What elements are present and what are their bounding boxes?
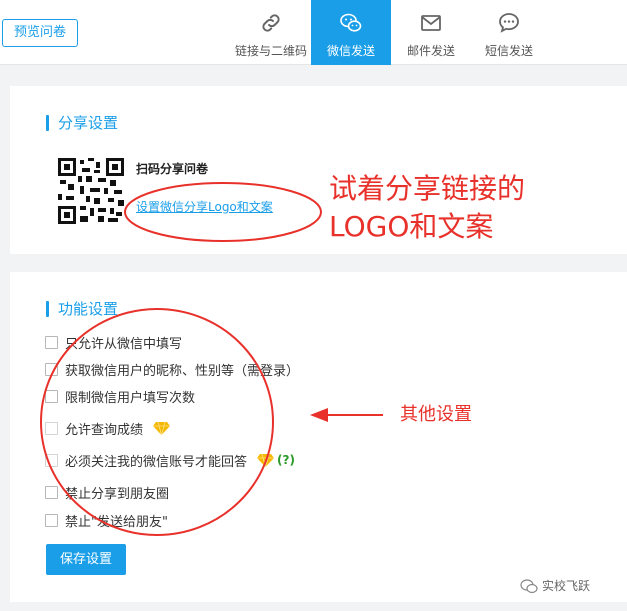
option-forbid-moments-share: 禁止分享到朋友圈 — [45, 482, 169, 502]
wechat-icon — [520, 578, 538, 593]
watermark-text: 实校飞跃 — [542, 579, 591, 593]
tab-label: 短信发送 — [484, 44, 533, 58]
annotation-share-note-line1: 试着分享链接的 — [329, 172, 526, 205]
option-label: 必须关注我的微信账号才能回答 — [65, 454, 248, 470]
function-settings-card: 功能设置 只允许从微信中填写 获取微信用户的昵称、性别等（需登录） 限制微信用户… — [10, 272, 627, 602]
gem-icon — [257, 453, 275, 467]
tab-wechat-send[interactable]: 微信发送 — [311, 0, 391, 65]
option-limit-fill-count: 限制微信用户填写次数 — [45, 386, 195, 406]
tab-link-qrcode[interactable]: 链接与二维码 — [231, 0, 311, 65]
tab-email-send[interactable]: 邮件发送 — [391, 0, 471, 65]
tab-label: 链接与二维码 — [234, 44, 307, 58]
gem-icon — [153, 421, 171, 435]
checkbox[interactable] — [45, 362, 58, 376]
option-wechat-only: 只允许从微信中填写 — [45, 332, 182, 352]
checkbox[interactable] — [45, 513, 58, 527]
function-settings-title: 功能设置 — [46, 300, 118, 318]
option-label: 允许查询成绩 — [65, 422, 144, 438]
mail-icon — [421, 15, 441, 31]
save-settings-button[interactable]: 保存设置 — [46, 544, 126, 575]
qr-caption: 扫码分享问卷 — [136, 162, 209, 176]
checkbox[interactable] — [45, 335, 58, 349]
tab-sms-send[interactable]: 短信发送 — [469, 0, 549, 65]
wechat-icon — [340, 13, 362, 32]
checkbox[interactable] — [45, 485, 58, 499]
qr-code — [58, 158, 124, 224]
checkbox[interactable] — [45, 453, 58, 467]
annotation-share-note-line2: LOGO和文案 — [329, 210, 494, 243]
top-toolbar: 预览问卷 链接与二维码 微信发送 邮件发送 短信发送 — [0, 0, 627, 65]
option-forbid-send-to-friend: 禁止"发送给朋友" — [45, 510, 168, 530]
option-label: 获取微信用户的昵称、性别等（需登录） — [65, 363, 300, 379]
option-label: 只允许从微信中填写 — [65, 336, 183, 352]
option-label: 禁止"发送给朋友" — [65, 514, 168, 530]
checkbox[interactable] — [45, 421, 58, 435]
option-label: 限制微信用户填写次数 — [65, 390, 196, 406]
option-must-follow-account: 必须关注我的微信账号才能回答 (?) — [45, 450, 295, 470]
set-wechat-share-logo-link[interactable]: 设置微信分享Logo和文案 — [136, 198, 273, 215]
checkbox[interactable] — [45, 389, 58, 403]
preview-survey-button[interactable]: 预览问卷 — [2, 19, 78, 47]
option-label: 禁止分享到朋友圈 — [65, 486, 170, 502]
option-allow-score-query: 允许查询成绩 — [45, 418, 171, 438]
link-icon — [262, 14, 280, 32]
option-get-wechat-profile: 获取微信用户的昵称、性别等（需登录） — [45, 359, 299, 379]
sms-icon — [499, 13, 519, 33]
tab-label: 微信发送 — [326, 44, 375, 58]
share-settings-title: 分享设置 — [46, 114, 118, 132]
tab-label: 邮件发送 — [406, 44, 455, 58]
annotation-other-settings: 其他设置 — [400, 404, 472, 425]
help-icon[interactable]: (?) — [277, 453, 295, 467]
share-settings-card: 分享设置 扫码分享问卷 设置微信分享Logo和文案 — [10, 86, 627, 254]
watermark: 实校飞跃 — [520, 577, 590, 594]
